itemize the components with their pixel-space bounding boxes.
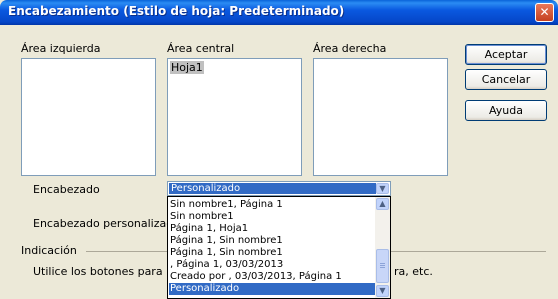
dropdown-option[interactable]: , Página 1, 03/03/2013 (169, 259, 375, 271)
center-area-field[interactable]: Hoja1 (167, 58, 302, 176)
chevron-down-icon: ▼ (379, 286, 386, 295)
scroll-up-button[interactable]: ▲ (376, 198, 389, 210)
help-button[interactable]: Ayuda (465, 100, 547, 121)
dropdown-scrollbar[interactable]: ▲ ▼ (375, 197, 390, 298)
right-area-field[interactable] (313, 58, 448, 176)
left-area-label: Área izquierda (21, 42, 101, 55)
dropdown-option[interactable]: Sin nombre1, Página 1 (169, 199, 375, 211)
dropdown-option[interactable]: Página 1, Sin nombre1 (169, 235, 375, 247)
header-label: Encabezado (33, 183, 100, 196)
chevron-down-icon: ▼ (379, 184, 386, 193)
header-dropdown-list[interactable]: Sin nombre1, Página 1 Sin nombre1 Página… (167, 196, 391, 299)
dropdown-option-selected[interactable]: Personalizado (169, 283, 375, 295)
close-button[interactable]: ✕ (535, 3, 554, 22)
cancel-button[interactable]: Cancelar (465, 69, 547, 90)
hint-separator-right (391, 251, 546, 252)
dropdown-option[interactable]: Página 1, Hoja1 (169, 223, 375, 235)
left-area-field[interactable] (21, 58, 156, 176)
dropdown-button[interactable]: ▼ (376, 183, 389, 194)
hint-separator-left (86, 251, 167, 252)
center-area-text: Hoja1 (170, 61, 204, 74)
dropdown-option[interactable]: Página 1, Sin nombre1 (169, 247, 375, 259)
hint-title: Indicación (21, 244, 77, 257)
chevron-up-icon: ▲ (379, 199, 386, 208)
hint-text-end: ra, etc. (394, 265, 433, 278)
scroll-thumb[interactable] (376, 249, 389, 283)
custom-header-label: Encabezado personalizado (33, 217, 180, 230)
scroll-down-button[interactable]: ▼ (376, 285, 389, 297)
header-select[interactable]: Personalizado ▼ (167, 181, 391, 196)
header-select-value: Personalizado (169, 183, 376, 194)
header-dialog: Encabezamiento (Estilo de hoja: Predeter… (0, 0, 558, 299)
accept-button[interactable]: Aceptar (465, 44, 547, 65)
close-icon: ✕ (539, 5, 550, 19)
center-area-label: Área central (167, 42, 235, 55)
window-title: Encabezamiento (Estilo de hoja: Predeter… (8, 4, 345, 18)
dropdown-option[interactable]: Sin nombre1 (169, 211, 375, 223)
right-area-label: Área derecha (313, 42, 387, 55)
dropdown-option[interactable]: Creado por , 03/03/2013, Página 1 (169, 271, 375, 283)
title-bar[interactable]: Encabezamiento (Estilo de hoja: Predeter… (0, 0, 558, 25)
